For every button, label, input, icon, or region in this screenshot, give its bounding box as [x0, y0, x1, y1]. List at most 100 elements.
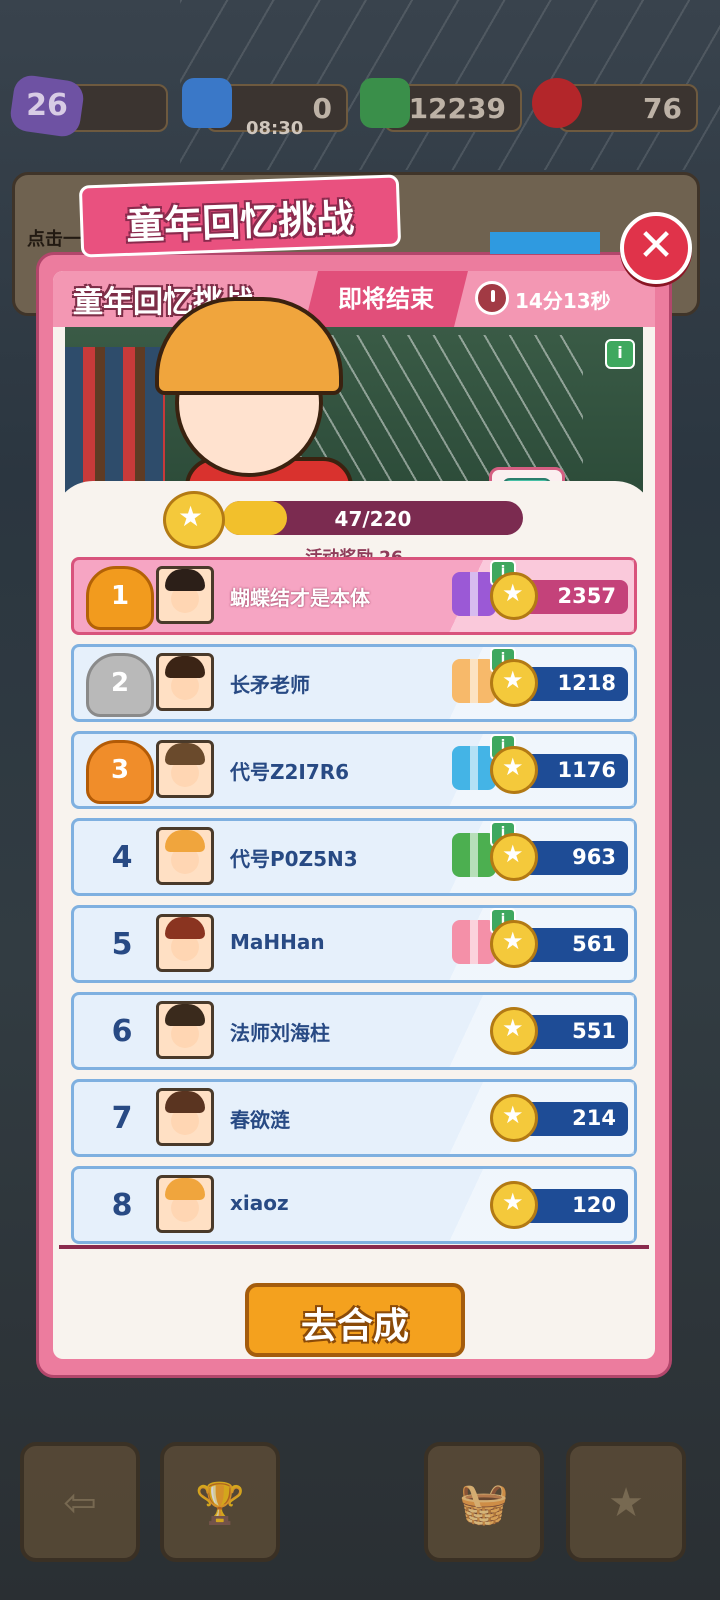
- event-title: 童年回忆挑战: [125, 196, 355, 248]
- player-name: MaHHan: [230, 930, 325, 954]
- avatar-hair: [165, 1091, 205, 1113]
- ruby-gem-icon: [532, 78, 582, 128]
- star-glyph: ★: [502, 753, 524, 781]
- rank-number: 2: [110, 668, 130, 698]
- star-glyph: ★: [502, 1188, 524, 1216]
- nav-basket-button[interactable]: 🧺: [424, 1442, 544, 1562]
- rank-number: 5: [111, 927, 133, 962]
- modal-body: 童年回忆挑战 即将结束 14分13秒 i x1 47/22: [53, 271, 655, 1359]
- star-medal-icon: ★: [490, 746, 538, 794]
- score-value: 1176: [557, 758, 616, 782]
- gift-ribbon: [470, 833, 478, 877]
- gift-ribbon: [470, 920, 478, 964]
- go-merge-label: 去合成: [300, 1306, 409, 1347]
- star-glyph: ★: [502, 840, 524, 868]
- energy-value: 0: [312, 92, 332, 125]
- gem-value: 76: [643, 92, 682, 125]
- avatar[interactable]: [156, 653, 214, 711]
- avatar[interactable]: [156, 1175, 214, 1233]
- basket-icon: 🧺: [459, 1481, 509, 1527]
- cash-stack-icon: [360, 78, 410, 128]
- leaderboard-row[interactable]: 1 蝴蝶结才是本体 i 2357 ★: [71, 557, 637, 635]
- player-name: 春欲涟: [230, 1108, 290, 1132]
- event-timer-text: 14分13秒: [515, 289, 611, 313]
- go-merge-button[interactable]: 去合成: [245, 1283, 465, 1357]
- star-medal-icon: ★: [490, 659, 538, 707]
- avatar[interactable]: [156, 740, 214, 798]
- player-name: 代号Z2I7R6: [230, 760, 350, 784]
- nav-trophy-button[interactable]: 🏆: [160, 1442, 280, 1562]
- leaderboard-row[interactable]: 5 MaHHan i 561 ★: [71, 905, 637, 983]
- modal-header: 童年回忆挑战 即将结束 14分13秒: [53, 271, 655, 327]
- gift-ribbon: [470, 659, 478, 703]
- nav-album-button[interactable]: ★: [566, 1442, 686, 1562]
- leaderboard-row[interactable]: 4 代号P0Z5N3 i 963 ★: [71, 818, 637, 896]
- rank-number: 6: [111, 1014, 133, 1049]
- trophy-icon: 3: [86, 740, 154, 804]
- star-medal-icon: ★: [163, 491, 225, 549]
- leaderboard-row[interactable]: 7 春欲涟 214 ★: [71, 1079, 637, 1157]
- close-button[interactable]: ✕: [620, 212, 692, 284]
- avatar[interactable]: [156, 1001, 214, 1059]
- event-title-tag: 童年回忆挑战: [78, 174, 402, 258]
- divider: [59, 1245, 649, 1249]
- score-value: 2357: [557, 584, 616, 608]
- avatar[interactable]: [156, 1088, 214, 1146]
- rank-number: 4: [111, 840, 133, 875]
- star-medal-icon: ★: [490, 572, 538, 620]
- star-medal-icon: ★: [490, 1181, 538, 1229]
- album-star-icon: ★: [608, 1480, 644, 1526]
- star-medal-icon: ★: [490, 1007, 538, 1055]
- leaderboard-row[interactable]: 2 长矛老师 i 1218 ★: [71, 644, 637, 722]
- tab-accent: [490, 232, 600, 254]
- level-badge[interactable]: 26: [8, 73, 86, 139]
- event-info-icon[interactable]: i: [605, 339, 635, 369]
- avatar[interactable]: [156, 914, 214, 972]
- close-icon: ✕: [637, 220, 675, 271]
- cash-value: 12239: [408, 92, 506, 125]
- avatar-hair: [165, 1004, 205, 1026]
- rank-number: 7: [111, 1101, 133, 1136]
- ending-soon-label: 即将结束: [338, 285, 434, 313]
- leaderboard-row[interactable]: 8 xiaoz 120 ★: [71, 1166, 637, 1244]
- nav-back-button[interactable]: ⇦: [20, 1442, 140, 1562]
- rank-number: 3: [110, 755, 130, 785]
- star-glyph: ★: [502, 1014, 524, 1042]
- star-glyph: ★: [502, 579, 524, 607]
- star-medal-icon: ★: [490, 833, 538, 881]
- clock-icon: [475, 281, 509, 315]
- leaderboard-row[interactable]: 6 法师刘海柱 551 ★: [71, 992, 637, 1070]
- energy-timer: 08:30: [246, 118, 304, 139]
- star-glyph: ★: [502, 666, 524, 694]
- score-value: 120: [572, 1193, 616, 1217]
- bookshelf: [65, 347, 165, 497]
- score-value: 214: [572, 1106, 616, 1130]
- avatar-hair: [165, 830, 205, 852]
- energy-bolt-icon: [182, 78, 232, 128]
- score-value: 561: [572, 932, 616, 956]
- progress-text: 47/220: [334, 507, 412, 531]
- avatar[interactable]: [156, 566, 214, 624]
- leaderboard-modal: 童年回忆挑战 即将结束 14分13秒 i x1 47/22: [36, 252, 672, 1378]
- rank-number: 1: [110, 581, 130, 611]
- leaderboard-row[interactable]: 3 代号Z2I7R6 i 1176 ★: [71, 731, 637, 809]
- rank-number: 8: [111, 1188, 133, 1223]
- player-name: 代号P0Z5N3: [230, 847, 358, 871]
- star-medal-icon: ★: [490, 1094, 538, 1142]
- player-name: xiaoz: [230, 1191, 289, 1215]
- progress-bar: 47/220: [223, 501, 523, 535]
- level-number: 26: [26, 88, 68, 123]
- trophy-icon: 1: [86, 566, 154, 630]
- event-banner-illustration: i x1: [65, 297, 643, 543]
- score-value: 1218: [557, 671, 616, 695]
- trophy-icon: 🏆: [195, 1481, 245, 1527]
- avatar-hair: [165, 917, 205, 939]
- gift-ribbon: [470, 746, 478, 790]
- avatar-hair: [165, 656, 205, 678]
- star-medal-icon: ★: [490, 920, 538, 968]
- ending-soon-badge: 即将结束: [304, 271, 468, 327]
- resource-bar: 26 0 08:30 12239 76: [0, 73, 720, 139]
- avatar-hair: [165, 569, 205, 591]
- gift-ribbon: [470, 572, 478, 616]
- avatar[interactable]: [156, 827, 214, 885]
